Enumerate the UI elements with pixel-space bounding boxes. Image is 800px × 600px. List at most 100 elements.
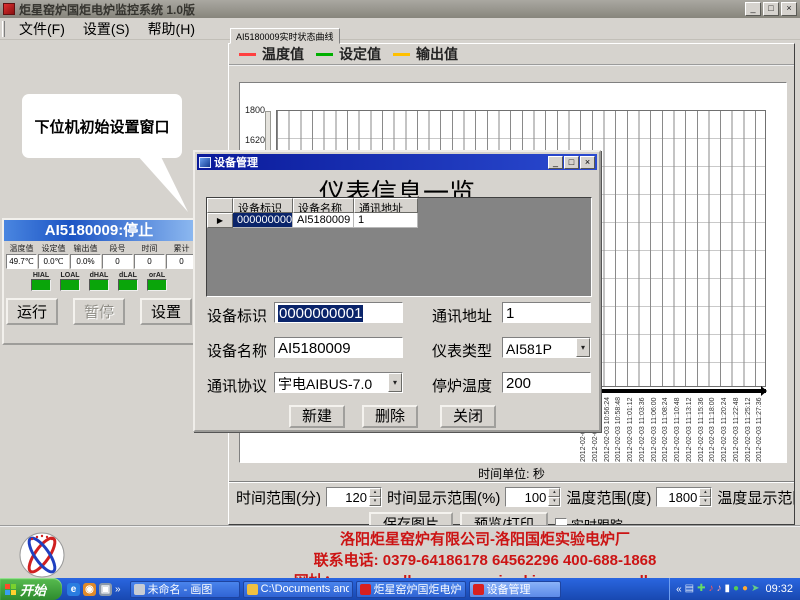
status-field: 设定值0.0℃: [38, 243, 69, 269]
status-field-value: 0.0℃: [38, 254, 69, 269]
company-name: 洛阳炬星窑炉有限公司-洛阳国炬实验电炉厂: [170, 527, 800, 549]
spin-up-icon[interactable]: ▴: [548, 488, 560, 497]
col-device-name[interactable]: 设备名称: [293, 198, 354, 213]
spin-down-icon[interactable]: ▾: [369, 497, 381, 506]
menu-help[interactable]: 帮助(H): [139, 18, 204, 40]
comm-addr-label: 通讯地址: [432, 305, 492, 326]
dialog-close-icon[interactable]: ×: [580, 156, 595, 169]
run-button[interactable]: 运行: [6, 298, 58, 325]
volume-muted-icon[interactable]: ♪: [708, 583, 713, 595]
protocol-dropdown[interactable]: 宇电AIBUS-7.0 ▾: [274, 372, 403, 393]
footer: 洛阳炬星窑炉有限公司-洛阳国炬实验电炉厂 联系电话: 0379-64186178…: [0, 525, 800, 578]
dialog-maximize-icon[interactable]: □: [564, 156, 579, 169]
dialog-minimize-icon[interactable]: _: [548, 156, 563, 169]
temp-range-label: 温度范围(度): [566, 487, 651, 508]
table-row[interactable]: ▶ 0000000001 AI5180009 1: [207, 213, 591, 228]
signal-strength-icon[interactable]: ▮: [724, 583, 730, 595]
more-icons-chevron-icon[interactable]: »: [115, 584, 121, 595]
restore-icon[interactable]: □: [763, 2, 779, 16]
alarm-indicator-hial: HIAL: [31, 272, 51, 291]
taskbar-button[interactable]: 设备管理: [469, 581, 561, 598]
close-icon[interactable]: ×: [781, 2, 797, 16]
status-field-label: 设定值: [38, 243, 69, 254]
device-status-panel: AI5180009:停止 温度值49.7℃设定值0.0℃输出值0.0%段号0时间…: [2, 218, 196, 345]
start-button[interactable]: 开始: [0, 578, 62, 600]
contact-phone: 联系电话: 0379-64186178 64562296 400-688-186…: [170, 549, 800, 570]
device-id-field[interactable]: 0000000001: [274, 302, 403, 323]
taskbar-clock[interactable]: 09:32: [765, 583, 793, 595]
antivirus-icon[interactable]: ✚: [697, 583, 705, 595]
cell-comm-addr[interactable]: 1: [354, 213, 418, 228]
alarm-indicators: HIALLOALdHALdLALorAL: [4, 272, 194, 291]
media-player-icon[interactable]: ◉: [83, 583, 96, 596]
taskbar-button-label: C:\Documents and Se...: [261, 583, 349, 595]
x-axis-label: 2012-02-03 11:08:24: [660, 396, 672, 462]
y-axis-label-1620: 1620: [245, 135, 265, 145]
device-management-dialog: 设备管理 _ □ × 仪表信息一览 设备标识 设备名称 通讯地址 ▶ 00000…: [193, 150, 601, 432]
hide-icons-chevron-icon[interactable]: «: [676, 584, 682, 595]
separator: [229, 481, 794, 483]
status-field: 温度值49.7℃: [6, 243, 37, 269]
menu-file[interactable]: 文件(F): [10, 18, 74, 40]
update-icon[interactable]: ●: [733, 583, 739, 595]
internet-explorer-icon[interactable]: e: [67, 583, 80, 596]
spin-down-icon[interactable]: ▾: [699, 497, 711, 506]
stop-temp-field[interactable]: 200: [502, 372, 591, 393]
spin-up-icon[interactable]: ▴: [699, 488, 711, 497]
delete-button[interactable]: 删除: [362, 405, 418, 428]
cell-device-id[interactable]: 0000000001: [233, 213, 293, 228]
time-range-stepper[interactable]: 120 ▴▾: [326, 487, 382, 507]
status-field-label: 温度值: [6, 243, 37, 254]
taskbar-button[interactable]: 未命名 - 画图: [130, 581, 240, 598]
spin-down-icon[interactable]: ▾: [548, 497, 560, 506]
company-logo: [14, 529, 70, 579]
show-desktop-icon[interactable]: ▣: [99, 583, 112, 596]
windows-logo-icon: [5, 584, 16, 595]
window-title: 炬星窑炉国炬电炉监控系统 1.0版: [19, 1, 195, 18]
new-button[interactable]: 新建: [289, 405, 345, 428]
chevron-down-icon[interactable]: ▾: [576, 338, 590, 357]
language-bar-icon[interactable]: ▤: [685, 583, 694, 595]
row-selector-icon[interactable]: ▶: [207, 213, 233, 228]
menu-settings[interactable]: 设置(S): [74, 18, 139, 40]
application-window: 炬星窑炉国炬电炉监控系统 1.0版 _ □ × 文件(F) 设置(S) 帮助(H…: [0, 0, 800, 600]
taskbar-button[interactable]: 炬星窑炉国炬电炉监...: [356, 581, 466, 598]
scrollbar-arrow-icon: [761, 386, 767, 396]
chevron-down-icon[interactable]: ▾: [388, 373, 402, 392]
callout-text: 下位机初始设置窗口: [34, 116, 169, 137]
green-led-icon: [60, 279, 80, 291]
status-buttons: 运行 暂停 设置: [4, 298, 194, 325]
minimize-icon[interactable]: _: [745, 2, 761, 16]
spin-up-icon[interactable]: ▴: [369, 488, 381, 497]
output-line-icon: [393, 53, 410, 56]
comm-addr-field[interactable]: 1: [502, 302, 591, 323]
x-axis-label: 2012-02-03 11:10:48: [672, 396, 684, 462]
audio-icon[interactable]: ♪: [716, 583, 721, 595]
temp-display-label: 温度显示范围(%: [717, 487, 794, 508]
meter-type-dropdown[interactable]: AI581P ▾: [502, 337, 591, 358]
temp-range-stepper[interactable]: 1800 ▴▾: [656, 487, 712, 507]
time-display-stepper[interactable]: 100 ▴▾: [505, 487, 561, 507]
settings-button[interactable]: 设置: [140, 298, 192, 325]
taskbar-button[interactable]: C:\Documents and Se...: [243, 581, 353, 598]
dialog-titlebar[interactable]: 设备管理 _ □ ×: [197, 154, 597, 170]
alarm-label: dLAL: [118, 272, 138, 279]
device-name-field[interactable]: AI5180009: [274, 337, 403, 358]
x-axis-labels: 2012-02-03 10:51:362012-02-03 10:54:0020…: [578, 396, 766, 462]
cell-device-name[interactable]: AI5180009: [293, 213, 354, 228]
alarm-indicator-oral: orAL: [147, 272, 167, 291]
security-alert-icon[interactable]: ●: [742, 583, 748, 595]
green-led-icon: [147, 279, 167, 291]
legend-setpoint: 设定值: [316, 44, 381, 64]
alarm-indicator-dlal: dLAL: [118, 272, 138, 291]
y-axis-label-1800: 1800: [245, 105, 265, 115]
close-button[interactable]: 关闭: [440, 405, 496, 428]
alarm-label: dHAL: [89, 272, 109, 279]
alarm-indicator-dhal: dHAL: [89, 272, 109, 291]
chart-legend: 温度值 设定值 输出值: [229, 44, 794, 66]
col-device-id[interactable]: 设备标识: [233, 198, 293, 213]
messenger-icon[interactable]: ➤: [751, 583, 759, 595]
time-display-label: 时间显示范围(%): [387, 487, 500, 508]
col-comm-addr[interactable]: 通讯地址: [354, 198, 418, 213]
tab-realtime-curve[interactable]: AI5180009实时状态曲线: [230, 28, 340, 44]
